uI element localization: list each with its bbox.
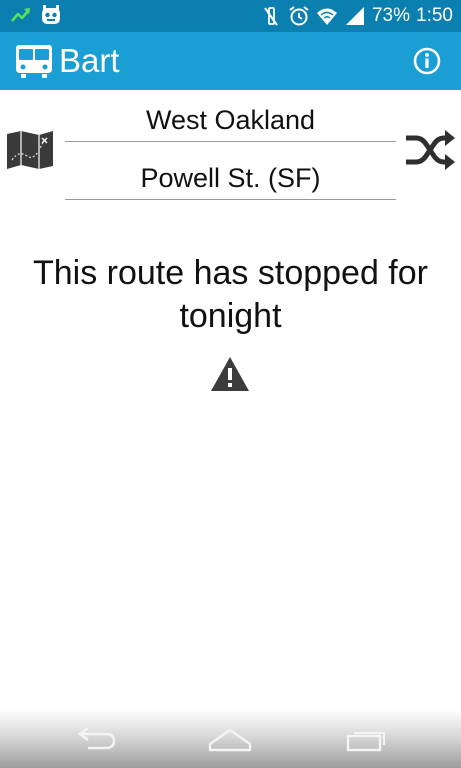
navigation-bar [0, 710, 461, 768]
mute-icon [264, 7, 278, 26]
origin-station-field[interactable]: West Oakland [65, 92, 396, 142]
info-icon[interactable] [412, 46, 442, 76]
wifi-icon [316, 8, 337, 25]
warning-icon [211, 357, 249, 391]
battery-percent: 73% [371, 5, 411, 26]
map-icon[interactable] [5, 130, 55, 170]
activity-icon [11, 8, 30, 22]
action-bar: Bart [0, 32, 461, 90]
status-bar-notifications [10, 4, 62, 26]
app-title: Bart [59, 42, 120, 79]
train-icon[interactable] [15, 43, 53, 79]
clock: 1:50 [416, 5, 453, 26]
cyanogen-icon [42, 5, 60, 24]
recent-apps-icon[interactable] [342, 724, 390, 754]
status-bar-system: 73% 1:50 [260, 3, 453, 29]
route-status-message: This route has stopped for tonight [32, 254, 428, 335]
alarm-icon [289, 6, 309, 26]
home-icon[interactable] [206, 724, 254, 754]
back-icon[interactable] [72, 724, 120, 754]
destination-station-field[interactable]: Powell St. (SF) [65, 150, 396, 200]
signal-icon [345, 7, 364, 25]
status-bar: 73% 1:50 [0, 0, 461, 32]
shuffle-icon[interactable] [404, 128, 456, 172]
